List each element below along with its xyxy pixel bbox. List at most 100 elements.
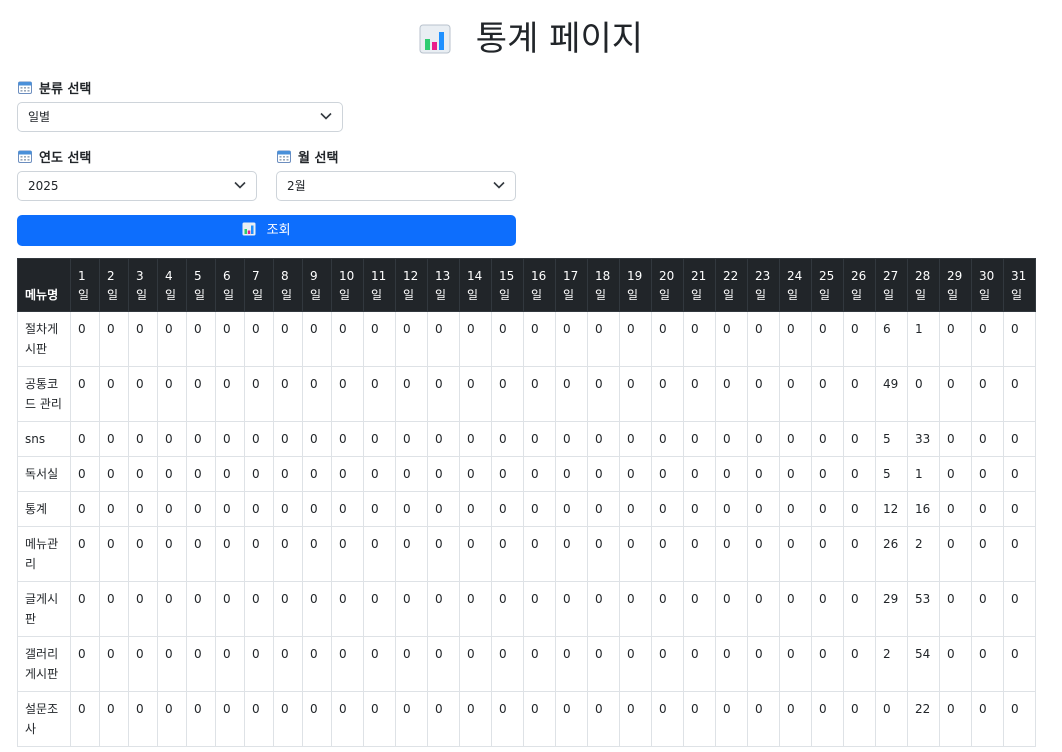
count-cell: 0 bbox=[157, 691, 187, 747]
count-cell: 0 bbox=[273, 491, 303, 527]
count-cell: 0 bbox=[302, 456, 332, 492]
page-title-block: 통계 페이지 bbox=[0, 14, 1062, 64]
count-cell: 2 bbox=[875, 636, 908, 692]
chevron-down-icon bbox=[493, 181, 505, 189]
count-cell: 0 bbox=[331, 691, 364, 747]
count-cell: 0 bbox=[70, 526, 100, 582]
count-cell: 0 bbox=[1003, 366, 1036, 422]
count-cell: 0 bbox=[186, 421, 216, 457]
count-cell: 0 bbox=[395, 691, 428, 747]
bar-chart-icon bbox=[419, 24, 451, 54]
count-cell: 0 bbox=[651, 421, 684, 457]
count-cell: 0 bbox=[215, 311, 245, 367]
year-select-value: 2025 bbox=[28, 179, 59, 193]
count-cell: 0 bbox=[273, 366, 303, 422]
count-cell: 0 bbox=[747, 421, 780, 457]
count-cell: 0 bbox=[747, 456, 780, 492]
count-cell: 0 bbox=[302, 311, 332, 367]
category-label: 분류 선택 bbox=[39, 82, 92, 97]
count-cell: 16 bbox=[907, 491, 940, 527]
day-header: 5 일 bbox=[186, 258, 216, 312]
count-cell: 0 bbox=[331, 636, 364, 692]
day-header: 30 일 bbox=[971, 258, 1004, 312]
year-label-row: 연도 선택 bbox=[18, 147, 91, 166]
count-cell: 0 bbox=[244, 526, 274, 582]
day-header: 27 일 bbox=[875, 258, 908, 312]
day-header: 18 일 bbox=[587, 258, 620, 312]
count-cell: 0 bbox=[215, 421, 245, 457]
count-cell: 0 bbox=[427, 581, 460, 637]
count-cell: 0 bbox=[99, 581, 129, 637]
count-cell: 22 bbox=[907, 691, 940, 747]
count-cell: 0 bbox=[215, 366, 245, 422]
count-cell: 0 bbox=[939, 691, 972, 747]
count-cell: 0 bbox=[99, 691, 129, 747]
count-cell: 0 bbox=[747, 636, 780, 692]
count-cell: 2 bbox=[907, 526, 940, 582]
count-cell: 0 bbox=[459, 581, 492, 637]
calendar-icon bbox=[18, 81, 32, 94]
count-cell: 0 bbox=[99, 491, 129, 527]
count-cell: 0 bbox=[747, 491, 780, 527]
count-cell: 0 bbox=[651, 526, 684, 582]
count-cell: 0 bbox=[128, 366, 158, 422]
count-cell: 0 bbox=[555, 421, 588, 457]
count-cell: 0 bbox=[70, 421, 100, 457]
count-cell: 0 bbox=[779, 311, 812, 367]
day-header: 22 일 bbox=[715, 258, 748, 312]
count-cell: 0 bbox=[939, 366, 972, 422]
count-cell: 0 bbox=[302, 366, 332, 422]
count-cell: 0 bbox=[157, 491, 187, 527]
count-cell: 0 bbox=[244, 491, 274, 527]
count-cell: 0 bbox=[715, 311, 748, 367]
count-cell: 0 bbox=[128, 311, 158, 367]
table-row: 설문조사 0 0 0 0 0 0 0 0 0 0 0 0 0 0 0 0 0 0 0 0 0 0 0 0 0 0 0 22 0 0 0 bbox=[17, 691, 1036, 747]
day-header: 4 일 bbox=[157, 258, 187, 312]
count-cell: 0 bbox=[1003, 311, 1036, 367]
count-cell: 0 bbox=[427, 491, 460, 527]
bar-chart-icon bbox=[242, 222, 256, 236]
day-header: 11 일 bbox=[363, 258, 396, 312]
page-title: 통계 페이지 bbox=[475, 19, 644, 59]
year-select[interactable]: 2025 bbox=[17, 171, 257, 201]
count-cell: 0 bbox=[395, 581, 428, 637]
day-header: 14 일 bbox=[459, 258, 492, 312]
count-cell: 0 bbox=[715, 526, 748, 582]
count-cell: 0 bbox=[939, 581, 972, 637]
day-header: 23 일 bbox=[747, 258, 780, 312]
day-header: 25 일 bbox=[811, 258, 844, 312]
count-cell: 0 bbox=[491, 366, 524, 422]
table-row: 독서실 0 0 0 0 0 0 0 0 0 0 0 0 0 0 0 0 0 0 0 0 0 0 0 0 0 0 5 1 0 0 0 bbox=[17, 456, 1036, 492]
category-select[interactable]: 일별 bbox=[17, 102, 343, 132]
search-button[interactable]: 조회 bbox=[17, 215, 516, 246]
count-cell: 0 bbox=[651, 691, 684, 747]
count-cell: 0 bbox=[683, 456, 716, 492]
count-cell: 0 bbox=[811, 581, 844, 637]
table-row: sns 0 0 0 0 0 0 0 0 0 0 0 0 0 0 0 0 0 0 0 0 0 0 0 0 0 0 5 33 0 0 0 bbox=[17, 421, 1036, 457]
count-cell: 0 bbox=[157, 636, 187, 692]
count-cell: 0 bbox=[779, 421, 812, 457]
count-cell: 0 bbox=[186, 636, 216, 692]
count-cell: 0 bbox=[683, 636, 716, 692]
calendar-icon bbox=[18, 150, 32, 163]
table-header-row: 메뉴명 1 일2 일3 일4 일5 일6 일7 일8 일9 일 10 일 11 일1… bbox=[17, 258, 1036, 312]
count-cell: 0 bbox=[747, 581, 780, 637]
count-cell: 0 bbox=[363, 491, 396, 527]
count-cell: 0 bbox=[302, 491, 332, 527]
count-cell: 0 bbox=[619, 526, 652, 582]
count-cell: 0 bbox=[555, 311, 588, 367]
count-cell: 0 bbox=[715, 691, 748, 747]
count-cell: 0 bbox=[651, 581, 684, 637]
count-cell: 0 bbox=[331, 311, 364, 367]
count-cell: 0 bbox=[683, 311, 716, 367]
count-cell: 0 bbox=[128, 636, 158, 692]
count-cell: 0 bbox=[157, 421, 187, 457]
count-cell: 0 bbox=[619, 691, 652, 747]
count-cell: 0 bbox=[715, 581, 748, 637]
count-cell: 0 bbox=[215, 491, 245, 527]
count-cell: 0 bbox=[843, 581, 876, 637]
month-label-row: 월 선택 bbox=[277, 147, 338, 166]
count-cell: 0 bbox=[363, 691, 396, 747]
month-select[interactable]: 2월 bbox=[276, 171, 516, 201]
count-cell: 0 bbox=[1003, 421, 1036, 457]
